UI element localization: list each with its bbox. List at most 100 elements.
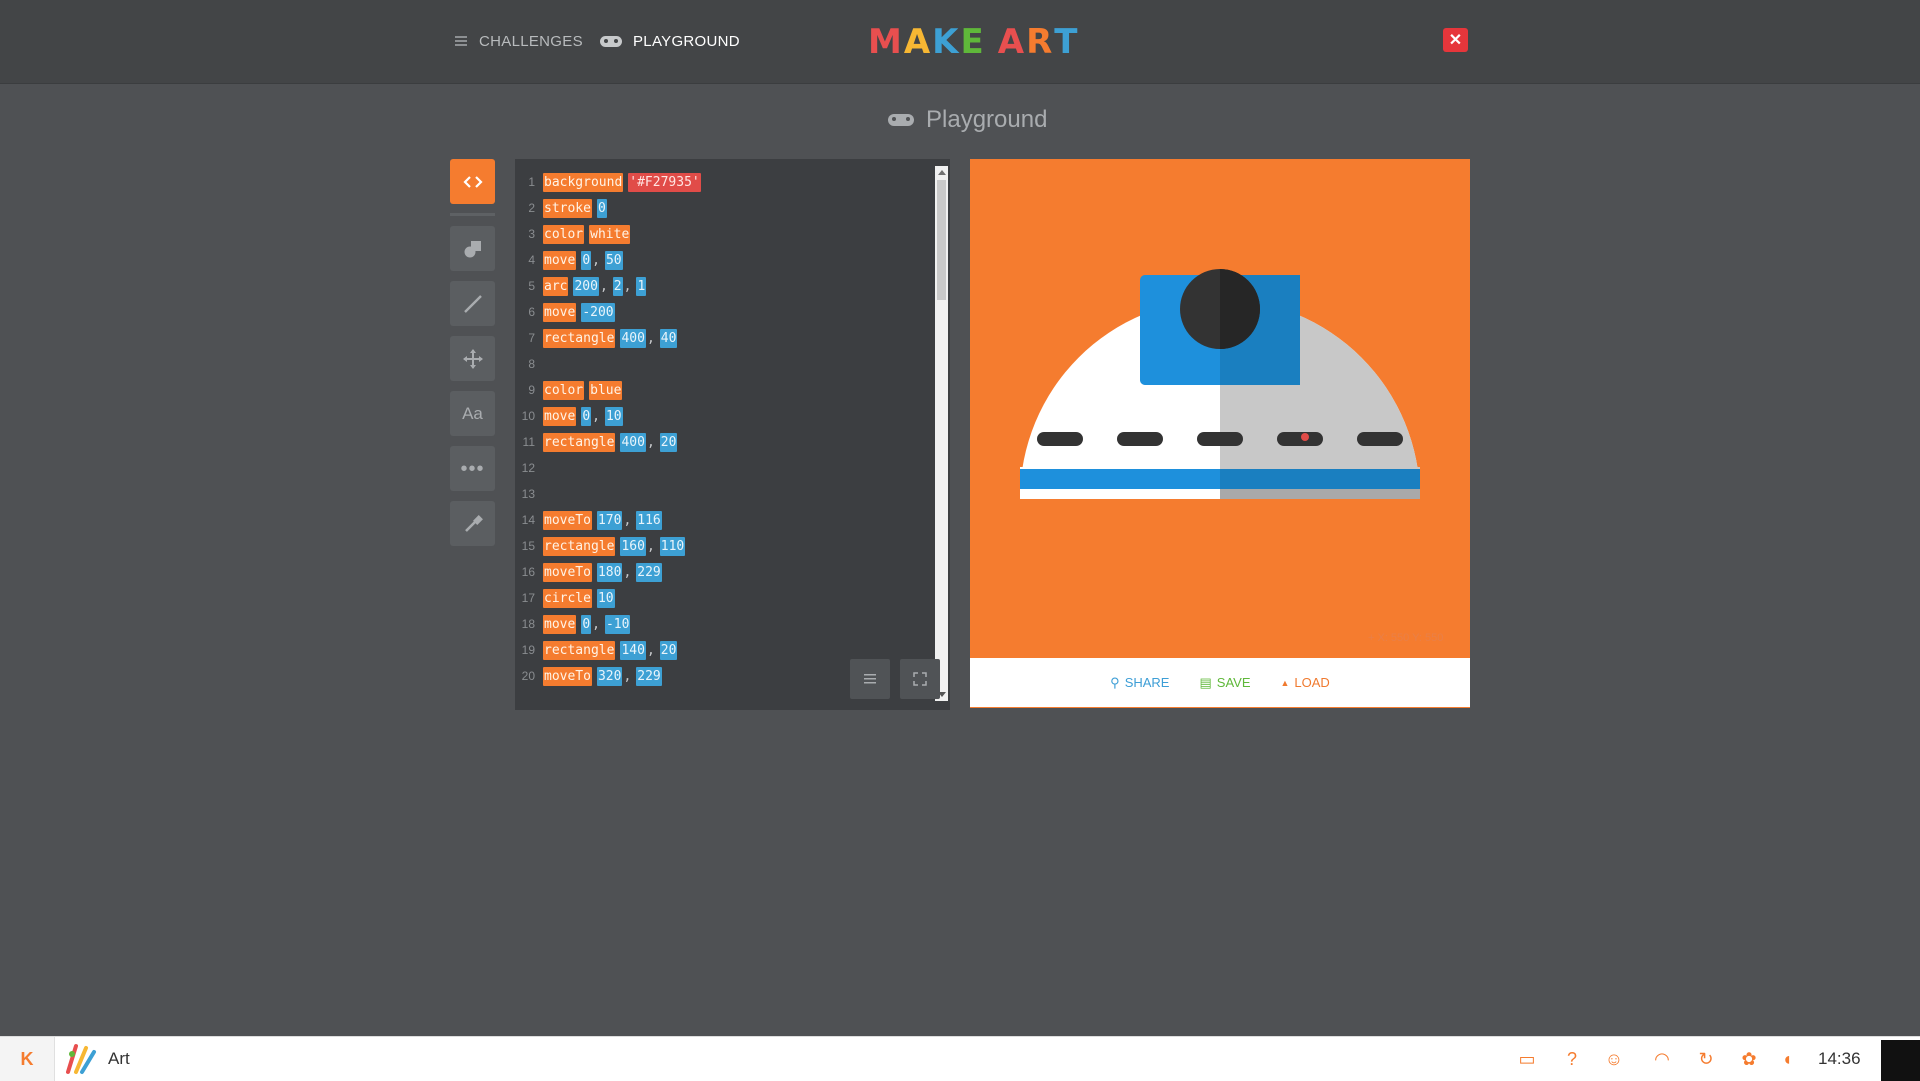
logo-letter: T — [1054, 22, 1079, 62]
refresh-icon[interactable]: ↻ — [1694, 1047, 1718, 1071]
code-line[interactable]: 3 color white — [515, 221, 706, 247]
taskbar-app-art[interactable]: Art — [62, 1042, 130, 1076]
code-line[interactable]: 16 moveTo 180, 229 — [515, 559, 706, 585]
code-line[interactable]: 12 — [515, 455, 706, 481]
code-line[interactable]: 6 move -200 — [515, 299, 706, 325]
code-number[interactable]: 40 — [659, 328, 678, 348]
code-number[interactable]: 160 — [620, 536, 646, 556]
code-number[interactable]: 180 — [596, 562, 623, 582]
canvas-footer: ⚲ SHARE ▤ SAVE ▲ LOAD — [970, 658, 1470, 707]
logo-letter: R — [1026, 22, 1054, 62]
code-number[interactable]: 400 — [620, 432, 646, 452]
make-art-logo[interactable]: MAKEART — [868, 20, 1077, 64]
code-view-button[interactable] — [450, 159, 495, 204]
code-number[interactable]: 110 — [659, 536, 686, 556]
start-button[interactable]: K — [0, 1037, 55, 1081]
save-label: SAVE — [1216, 675, 1251, 690]
headphones-icon[interactable]: ◠ — [1650, 1047, 1674, 1071]
code-line[interactable]: 17 circle 10 — [515, 585, 706, 611]
share-label: SHARE — [1124, 675, 1170, 690]
nav-challenges[interactable]: CHALLENGES — [455, 30, 583, 52]
code-line[interactable]: 13 — [515, 481, 706, 507]
format-code-button[interactable] — [850, 659, 890, 699]
code-number[interactable]: -200 — [581, 302, 615, 322]
code-number[interactable]: 229 — [636, 562, 662, 582]
code-line[interactable]: 5 arc 200, 2, 1 — [515, 273, 706, 299]
volume-icon[interactable]: ◖ — [1775, 1047, 1799, 1071]
code-number[interactable]: 10 — [604, 406, 623, 426]
scroll-thumb[interactable] — [937, 180, 946, 300]
code-number[interactable]: 0 — [581, 406, 592, 426]
code-number[interactable]: 200 — [573, 276, 599, 296]
code-command: stroke — [543, 198, 592, 218]
code-line[interactable]: 14 moveTo 170, 116 — [515, 507, 706, 533]
code-line[interactable]: 1 background '#F27935' — [515, 169, 706, 195]
logo-letter: A — [997, 22, 1026, 62]
settings-icon[interactable]: ✿ — [1737, 1047, 1761, 1071]
code-number[interactable]: 10 — [596, 588, 615, 608]
line-tool-button[interactable] — [450, 281, 495, 326]
save-button[interactable]: ▤ SAVE — [1199, 675, 1250, 691]
nav-challenges-label: CHALLENGES — [479, 32, 583, 50]
logo-letter: E — [960, 22, 985, 62]
code-number[interactable]: 2 — [612, 276, 623, 296]
nav-playground[interactable]: PLAYGROUND — [600, 30, 740, 52]
nav-playground-label: PLAYGROUND — [633, 32, 740, 50]
line-number: 5 — [528, 279, 535, 293]
color-picker-button[interactable] — [450, 501, 495, 546]
code-number[interactable]: 0 — [581, 250, 592, 270]
code-number[interactable]: 116 — [636, 510, 662, 530]
shapes-tool-button[interactable] — [450, 226, 495, 271]
code-number[interactable]: 1 — [636, 276, 647, 296]
scroll-up-arrow[interactable] — [938, 170, 946, 175]
code-line[interactable]: 15 rectangle 160, 110 — [515, 533, 706, 559]
code-number[interactable]: 320 — [596, 666, 623, 686]
code-number[interactable]: 50 — [604, 250, 623, 270]
line-number: 20 — [521, 669, 535, 683]
code-line[interactable]: 10 move 0, 10 — [515, 403, 706, 429]
text-tool-button[interactable]: Aa — [450, 391, 495, 436]
code-command: move — [543, 302, 577, 322]
code-line[interactable]: 4 move 0, 50 — [515, 247, 706, 273]
code-number[interactable]: 20 — [659, 432, 678, 452]
code-number[interactable]: 20 — [659, 640, 678, 660]
load-icon: ▲ — [1280, 677, 1290, 688]
code-line[interactable]: 19 rectangle 140, 20 — [515, 637, 706, 663]
screen-icon[interactable]: ▭ — [1515, 1047, 1539, 1071]
share-button[interactable]: ⚲ SHARE — [1110, 675, 1169, 691]
code-line[interactable]: 11 rectangle 400, 20 — [515, 429, 706, 455]
code-number[interactable]: -10 — [604, 614, 631, 634]
code-command: move — [543, 250, 577, 270]
code-command: color — [543, 380, 585, 400]
code-line[interactable]: 2 stroke 0 — [515, 195, 706, 221]
code-number[interactable]: 0 — [581, 614, 592, 634]
code-number[interactable]: 229 — [636, 666, 662, 686]
code-line[interactable]: 9 color blue — [515, 377, 706, 403]
code-command: move — [543, 614, 577, 634]
code-line[interactable]: 8 — [515, 351, 706, 377]
code-number[interactable]: 0 — [596, 198, 607, 218]
logo-letter: K — [932, 22, 960, 62]
load-button[interactable]: ▲ LOAD — [1281, 675, 1330, 690]
line-number: 7 — [528, 331, 535, 345]
code-number[interactable]: 140 — [620, 640, 646, 660]
editor-scrollbar[interactable] — [935, 166, 948, 701]
code-punctuation: , — [623, 278, 632, 294]
taskbar-app-label: Art — [108, 1049, 130, 1068]
fullscreen-button[interactable] — [900, 659, 940, 699]
art-canvas[interactable] — [970, 159, 1470, 708]
help-icon[interactable]: ? — [1560, 1047, 1584, 1071]
move-tool-button[interactable] — [450, 336, 495, 381]
code-line[interactable]: 18 move 0, -10 — [515, 611, 706, 637]
code-number[interactable]: 400 — [620, 328, 646, 348]
code-line[interactable]: 7 rectangle 400, 40 — [515, 325, 706, 351]
more-tools-button[interactable]: ••• — [450, 446, 495, 491]
code-editor[interactable]: 1 background '#F27935' 2 stroke 0 3 color white 4… — [515, 159, 950, 710]
code-line[interactable]: 20 moveTo 320, 229 — [515, 663, 706, 689]
line-number: 11 — [522, 435, 535, 449]
close-button[interactable]: ✕ — [1443, 28, 1468, 52]
code-punctuation: , — [592, 616, 600, 632]
code-number[interactable]: 170 — [596, 510, 623, 530]
user-icon[interactable]: ☺ — [1602, 1047, 1626, 1071]
logo-letter: M — [868, 22, 903, 62]
